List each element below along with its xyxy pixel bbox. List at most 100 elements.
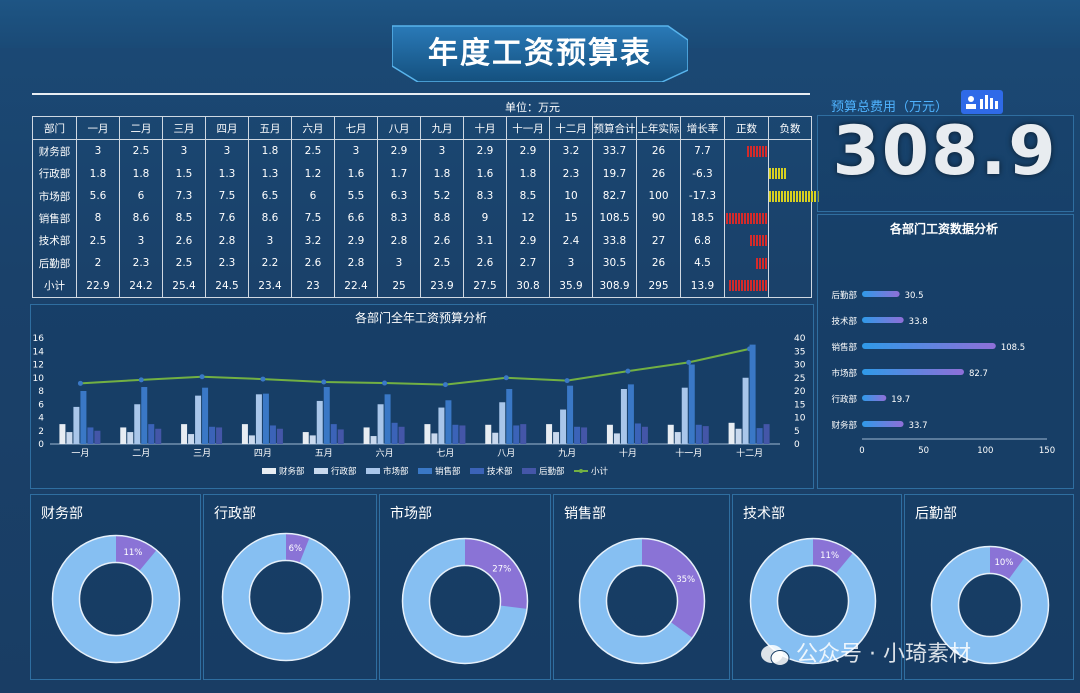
table-cell: 2.9 [377,139,421,163]
negative-tick [778,168,780,180]
table-cell: 8.3 [377,207,421,230]
bar [862,395,887,401]
bar [606,424,613,444]
table-cell: 3 [420,139,464,163]
bar [134,404,141,444]
bar [262,393,269,444]
table-cell: 2.3 [119,252,163,275]
positive-tick [735,280,737,292]
table-row: 技术部 2.5 3 2.6 2.8 3 3.2 2.9 2.8 2.6 3.1 2.9 2.4 33.8 2… [32,229,812,253]
bar [309,435,316,444]
table-cell: 财务部 [32,139,77,163]
value-label: 33.7 [909,421,928,431]
table-cell: 技术部 [32,229,77,253]
table-cell: 8.8 [420,207,464,230]
table-cell: 23.4 [248,274,292,298]
table-cell: 2.8 [377,229,421,253]
table-cell: 4.5 [680,252,725,275]
bar [735,428,742,444]
positive-tick [750,280,752,292]
bar [255,394,262,444]
x-tick-label: 十一月 [675,447,702,459]
table-cell: 8.3 [463,184,507,208]
bar [520,424,527,444]
table-cell: 108.5 [592,207,637,230]
table-cell: 26 [636,139,681,163]
bar [862,291,900,297]
bar [438,407,445,444]
table-header-cell: 四月 [205,116,249,140]
positive-tick [765,145,767,157]
table-cell: 12 [506,207,550,230]
negative-bar-cell [768,162,812,185]
table-cell: 82.7 [592,184,637,208]
positive-tick [726,212,728,224]
bar [391,422,398,444]
negative-tick [811,190,813,202]
table-cell: 19.7 [592,162,637,185]
x-tick-label: 六月 [376,447,394,459]
y-tick-label: 10 [33,374,45,384]
bar [627,384,634,444]
x-tick-label: 50 [918,446,929,456]
table-cell: 100 [636,184,681,208]
dept-share-card: 市场部 27% [379,494,551,680]
donut-rest [222,533,350,661]
table-cell: 2.9 [506,139,550,163]
x-tick-label: 0 [859,446,864,456]
table-cell: 3.2 [549,139,593,163]
donut-inner-ring [248,559,324,635]
table-header-cell: 七月 [334,116,378,140]
table-cell: 23 [291,274,335,298]
legend-label: 技术部 [487,466,513,477]
positive-tick [762,257,764,269]
positive-tick [756,280,758,292]
bar [641,426,648,444]
bar [195,395,202,444]
line-point [747,346,753,352]
table-cell: 1.6 [334,162,378,185]
table-cell: 1.8 [119,162,163,185]
watermark: 公众号 · 小琦素材 [760,636,971,668]
line-point [503,375,509,381]
table-cell: 295 [636,274,681,298]
table-cell: 33.8 [592,229,637,253]
bar [862,369,964,375]
legend-swatch [470,468,484,474]
positive-tick [744,212,746,224]
positive-bar-cell [724,139,769,163]
positive-tick [756,257,758,269]
positive-bar-cell [724,207,769,230]
x-tick-label: 五月 [315,448,333,459]
table-header-cell: 九月 [420,116,464,140]
negative-bar-cell [768,184,819,208]
positive-tick [762,235,764,247]
bar [560,409,567,444]
x-tick-label: 九月 [558,448,576,459]
table-cell: 90 [636,207,681,230]
table-cell: 销售部 [32,207,77,230]
positive-tick [732,212,734,224]
table-cell: 308.9 [592,274,637,298]
positive-tick [765,212,767,224]
bar [216,427,223,444]
table-cell: 2.4 [549,229,593,253]
line-point [442,382,448,388]
table-cell: 6.6 [334,207,378,230]
table-cell: 后勤部 [32,252,77,275]
bar [862,317,904,323]
positive-tick [762,145,764,157]
donut-chart: 27% [401,537,529,665]
positive-tick [741,280,743,292]
table-cell: 8.5 [506,184,550,208]
legend-label: 后勤部 [539,466,565,477]
negative-tick [793,190,795,202]
positive-bar-cell [724,162,769,185]
bar [667,424,674,444]
table-cell: 3 [119,229,163,253]
y2-tick-label: 10 [794,414,806,424]
bar [209,426,216,444]
y-tick-label: 4 [38,414,44,424]
bar [276,428,283,444]
table-row: 市场部 5.6 6 7.3 7.5 6.5 6 5.5 6.3 5.2 8.3 8.5 10 82.7 10… [32,184,819,208]
